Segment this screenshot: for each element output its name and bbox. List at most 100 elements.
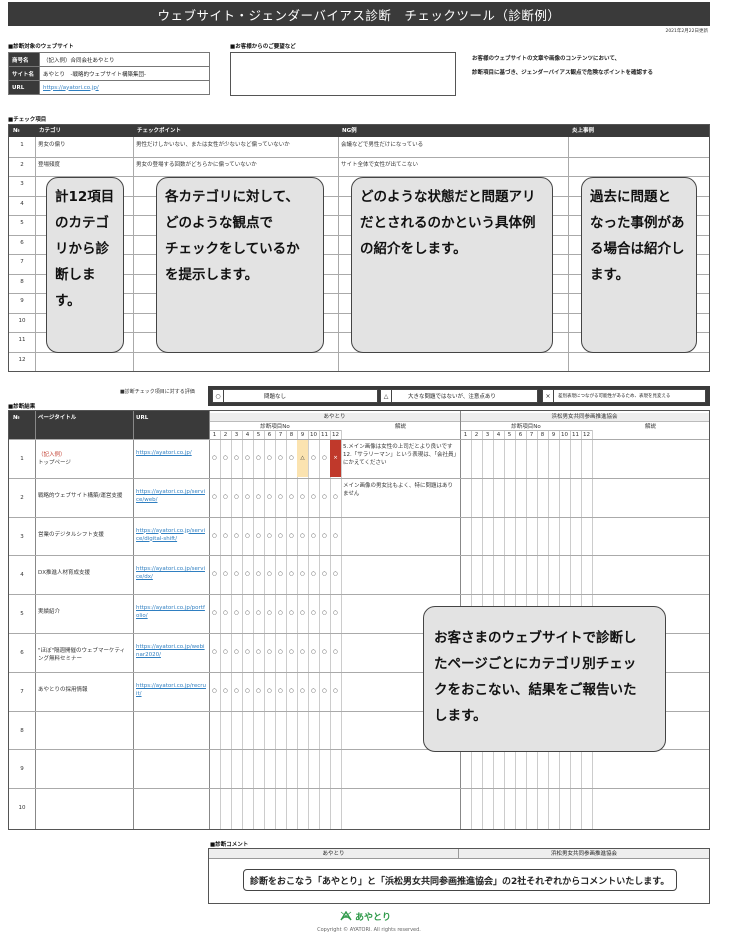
diagnosis-mark[interactable]: ○ [297, 556, 308, 593]
diagnosis-mark[interactable]: ○ [231, 634, 242, 671]
diagnosis-mark[interactable]: ○ [308, 518, 319, 555]
diagnosis-mark[interactable]: ○ [220, 634, 231, 671]
diagnosis-mark[interactable]: ○ [297, 518, 308, 555]
diagnosis-mark[interactable]: ○ [308, 673, 319, 710]
bubble-line: お客さまのウェブサイトで診断し [434, 630, 637, 646]
diagnosis-mark[interactable]: ○ [253, 479, 264, 516]
diagnosis-mark[interactable]: ○ [308, 479, 319, 516]
diagnosis-mark[interactable]: ○ [297, 673, 308, 710]
diagnosis-mark[interactable]: ○ [242, 634, 253, 671]
diagnosis-mark[interactable]: ○ [242, 556, 253, 593]
diagnosis-mark[interactable]: ○ [253, 595, 264, 632]
page-url-link[interactable]: https://ayatori.co.jp/webinar2020/ [136, 643, 207, 659]
diagnosis-mark[interactable]: × [330, 440, 341, 477]
diagnosis-mark[interactable]: ○ [319, 634, 330, 671]
diagnosis-mark[interactable]: ○ [209, 556, 220, 593]
diagnosis-mark[interactable]: ○ [308, 556, 319, 593]
page-url-link[interactable]: https://ayatori.co.jp/recruit/ [136, 682, 207, 698]
diagnosis-mark[interactable]: ○ [286, 634, 297, 671]
diagnosis-mark[interactable]: ○ [209, 518, 220, 555]
diagnosis-mark[interactable]: ○ [319, 595, 330, 632]
diagnosis-mark[interactable]: ○ [330, 556, 341, 593]
diagnosis-mark[interactable]: ○ [330, 595, 341, 632]
diagnosis-mark[interactable]: ○ [286, 556, 297, 593]
diagnosis-mark[interactable]: ○ [275, 440, 286, 477]
diagnosis-mark[interactable]: ○ [330, 673, 341, 710]
diagnosis-mark[interactable]: ○ [297, 595, 308, 632]
diagnosis-mark[interactable]: ○ [253, 518, 264, 555]
diagnosis-mark[interactable]: ○ [242, 479, 253, 516]
diagnosis-mark[interactable]: ○ [275, 673, 286, 710]
diagnosis-mark[interactable]: ○ [264, 634, 275, 671]
diagnosis-mark[interactable]: ○ [231, 518, 242, 555]
diagnosis-mark[interactable]: ○ [220, 556, 231, 593]
page-title-cell: 実績紹介 [38, 609, 61, 616]
diagnosis-mark[interactable]: ○ [275, 556, 286, 593]
page-url-link[interactable]: https://ayatori.co.jp/ [136, 449, 207, 457]
diagnosis-mark[interactable]: ○ [209, 479, 220, 516]
diagnosis-mark[interactable]: ○ [319, 673, 330, 710]
row-divider [9, 477, 709, 479]
diagnosis-mark[interactable]: ○ [253, 634, 264, 671]
diagnosis-mark[interactable]: ○ [220, 595, 231, 632]
diagnosis-mark[interactable]: ○ [220, 673, 231, 710]
diagnosis-mark[interactable]: ○ [264, 479, 275, 516]
diagnosis-mark[interactable]: ○ [242, 595, 253, 632]
diagnosis-mark[interactable]: ○ [264, 673, 275, 710]
request-box[interactable] [230, 52, 456, 96]
diagnosis-mark[interactable]: ○ [209, 673, 220, 710]
diagnosis-mark[interactable]: ○ [253, 556, 264, 593]
diagnosis-mark[interactable]: ○ [242, 440, 253, 477]
diagnosis-mark[interactable]: ○ [231, 440, 242, 477]
diagnosis-mark[interactable]: ○ [209, 634, 220, 671]
diagnosis-mark[interactable]: ○ [264, 440, 275, 477]
diagnosis-mark[interactable]: ○ [286, 518, 297, 555]
diagnosis-mark[interactable]: ○ [220, 479, 231, 516]
page-url-link[interactable]: https://ayatori.co.jp/service/digital-sh… [136, 527, 207, 543]
diagnosis-mark[interactable]: ○ [242, 673, 253, 710]
page-url-link[interactable]: https://ayatori.co.jp/service/dx/ [136, 565, 207, 581]
copyright: Copyright © AYATORI. All rights reserved… [317, 927, 421, 933]
diagnosis-mark[interactable]: ○ [231, 479, 242, 516]
diagnosis-mark[interactable]: ○ [275, 595, 286, 632]
diagnosis-mark[interactable]: ○ [330, 518, 341, 555]
diagnosis-item-number: 9 [300, 432, 305, 438]
check-row-number: 6 [20, 239, 24, 246]
diagnosis-mark[interactable]: ○ [319, 556, 330, 593]
diagnosis-mark[interactable]: ○ [275, 634, 286, 671]
diagnosis-mark[interactable]: ○ [253, 440, 264, 477]
diagnosis-mark[interactable]: ○ [209, 595, 220, 632]
diagnosis-mark[interactable]: ○ [275, 479, 286, 516]
diagnosis-mark[interactable]: ○ [286, 673, 297, 710]
diagnosis-mark[interactable]: ○ [308, 440, 319, 477]
diagnosis-mark[interactable]: ○ [209, 440, 220, 477]
diagnosis-mark[interactable]: ○ [286, 595, 297, 632]
diagnosis-mark[interactable]: ○ [264, 556, 275, 593]
diagnosis-mark[interactable]: ○ [242, 518, 253, 555]
page-url-link[interactable]: https://ayatori.co.jp/service/web/ [136, 488, 207, 504]
diagnosis-mark[interactable]: △ [297, 440, 308, 477]
diagnosis-mark[interactable]: ○ [297, 634, 308, 671]
diagnosis-mark[interactable]: ○ [231, 673, 242, 710]
diagnosis-mark[interactable]: ○ [275, 518, 286, 555]
diagnosis-mark[interactable]: ○ [319, 479, 330, 516]
site-url-link[interactable]: https://ayatori.co.jp/ [43, 85, 99, 91]
diagnosis-mark[interactable]: ○ [220, 518, 231, 555]
diagnosis-mark[interactable]: ○ [231, 556, 242, 593]
bubble-case: 過去に問題と なった事例があ る場合は紹介し ます。 [581, 177, 697, 353]
diagnosis-mark[interactable]: ○ [330, 479, 341, 516]
diagnosis-mark[interactable]: ○ [308, 634, 319, 671]
diagnosis-mark[interactable]: ○ [264, 595, 275, 632]
page-url-link[interactable]: https://ayatori.co.jp/portfolio/ [136, 604, 207, 620]
diagnosis-mark[interactable]: ○ [253, 673, 264, 710]
diagnosis-mark[interactable]: ○ [264, 518, 275, 555]
diagnosis-mark[interactable]: ○ [220, 440, 231, 477]
diagnosis-mark[interactable]: ○ [308, 595, 319, 632]
diagnosis-mark[interactable]: ○ [286, 479, 297, 516]
diagnosis-mark[interactable]: ○ [231, 595, 242, 632]
diagnosis-mark[interactable]: ○ [286, 440, 297, 477]
diagnosis-mark[interactable]: ○ [319, 518, 330, 555]
diagnosis-mark[interactable]: ○ [319, 440, 330, 477]
diagnosis-mark[interactable]: ○ [297, 479, 308, 516]
diagnosis-mark[interactable]: ○ [330, 634, 341, 671]
